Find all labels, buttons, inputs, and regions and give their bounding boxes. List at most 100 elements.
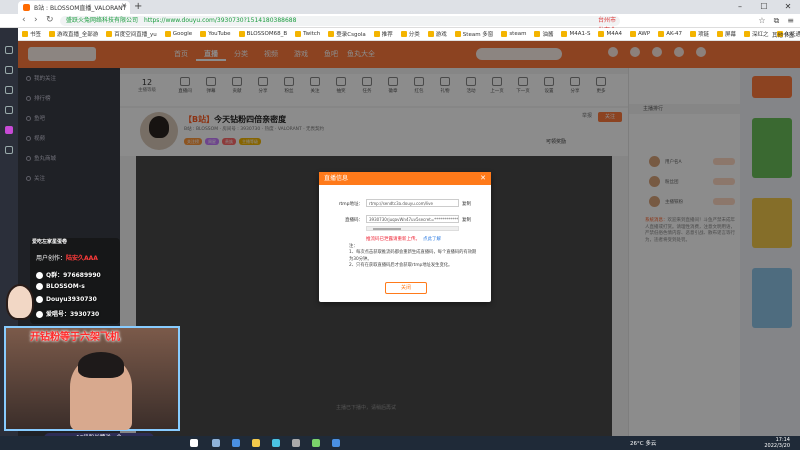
sidebar-mail-icon[interactable] [5,86,13,94]
obs-icon[interactable] [292,439,300,447]
browser-tab-douyu[interactable]: B站 : BLOSSOM直播_VALORANT ✕ [18,1,130,14]
bookmark-item[interactable]: 分类 [400,30,420,38]
maximize-icon[interactable]: ☐ [752,0,776,14]
bookmark-item[interactable]: Steam 多窗 [454,30,493,38]
sidebar-home-icon[interactable] [5,46,13,54]
close-dialog-button[interactable]: 关闭 [385,282,427,294]
bookmark-icon [106,31,113,37]
other-bookmarks[interactable]: 其他书签 [772,31,794,39]
bookmark-icon [629,31,636,37]
bookmark-item[interactable]: 推荐 [373,30,393,38]
bookmark-icon [501,31,508,37]
qq-icon [36,272,43,279]
learn-more-link[interactable]: 点此了解 [423,237,441,242]
start-icon[interactable] [190,439,198,447]
sidebar-video-icon[interactable] [5,66,13,74]
new-tab-button[interactable]: + [134,1,142,12]
sidebar-app-icon[interactable] [5,126,13,134]
stream-info-dialog: 直播信息 ✕ rtmp地址： rtmp://sendtc3a.douyu.com… [319,172,491,302]
bookmarks-bar: 书签 游戏直播_全部游 百度空间直播_yu Google YouTube BLOSSOM6… [0,28,800,41]
bookmark-item[interactable]: 登录Csgola [328,30,366,38]
bookmark-item[interactable]: Twitch [295,31,320,37]
bookmark-item[interactable]: M4A4 [598,31,622,37]
minimize-icon[interactable]: – [728,0,752,14]
back-icon[interactable]: ‹ [22,15,26,25]
chibi-character-image [6,284,34,320]
dialog-title: 直播信息 [324,175,349,182]
explorer-icon[interactable] [252,439,260,447]
stream-code-field[interactable]: 3930730rjuqavWn47uv5secret=*************… [366,215,459,223]
bookmark-item[interactable]: 项链 [689,30,709,38]
bookmark-icon [658,31,665,37]
bookmark-icon [373,31,380,37]
copy-rtmp-button[interactable]: 复制 [462,201,471,207]
douyu-favicon-icon [23,4,30,11]
bookmark-icon [49,31,56,37]
clock[interactable]: 17:14 2022/3/20 [764,437,790,449]
bookmark-item[interactable]: Google [164,31,192,37]
sidebar-download-icon[interactable] [5,146,13,154]
copy-code-button[interactable]: 复制 [462,217,471,223]
url-text: https://www.douyu.com/3930730?1514180388… [143,17,297,24]
dialog-header: 直播信息 ✕ [319,172,491,185]
rtmp-address-field[interactable]: rtmp://sendtc3a.douyu.com/live [366,199,459,207]
douyin-icon [36,296,43,303]
overlay-line-weibo: 爱唱号：3930730 [36,309,99,318]
url-field[interactable]: 盛跃火兔网络科技有限公司 https://www.douyu.com/39307… [60,16,620,54]
bookmark-icon [200,31,207,37]
close-tab-icon[interactable]: ✕ [121,2,127,10]
bookmark-icon [454,31,461,37]
bookmark-icon [744,31,750,37]
overlay-line-bili: BLOSSOM-s [36,283,85,290]
overlay-author: 用户创作：陆安久AAA [36,255,98,262]
streamer-image [70,352,132,430]
bookmark-item[interactable]: BLOSSOM68_B [238,31,287,37]
overlay-line-douyu: Douyu3930730 [36,296,97,303]
weibo-icon [36,311,43,318]
window-controls: – ☐ ✕ [728,0,800,14]
bookmark-item[interactable]: steam [501,31,526,37]
sidebar-history-icon[interactable] [5,106,13,114]
reload-icon[interactable]: ↻ [46,15,54,25]
bookmark-item[interactable]: 百度空间直播_yu [106,30,157,38]
bookmark-item[interactable]: 深红之 [744,30,769,38]
bookmark-item[interactable]: 屏幕 [716,30,736,38]
bookmark-item[interactable]: AWP [629,31,650,37]
douyu-client-icon[interactable] [272,439,280,447]
address-bar: ‹ › ↻ 盛跃火兔网络科技有限公司 https://www.douyu.com… [0,14,800,54]
bookmark-icon [22,31,28,37]
extensions-icon[interactable]: ⧉ [774,16,780,26]
app-icon[interactable] [312,439,320,447]
browser-actions: ☆ ⧉ ≡ [758,16,794,26]
search-icon[interactable] [212,439,220,447]
stream-code-label: 直播码： [345,218,363,223]
bookmark-icon [328,31,335,37]
bookmark-icon [295,31,302,37]
streamer-overlay: 爱吃左家星蛋卷 用户创作：陆安久AAA Q群：976689990 BLOSSOM… [0,238,180,443]
bookmark-icon [689,31,696,37]
edge-icon[interactable] [232,439,240,447]
bookmark-icon [427,31,434,37]
bookmark-item[interactable]: 游戏 [427,30,447,38]
windows-taskbar: 26°C 多云 17:14 2022/3/20 [0,436,800,450]
weather-widget[interactable]: 26°C 多云 [630,439,656,447]
rtmp-label: rtmp地址： [338,202,363,207]
bookmark-item[interactable]: YouTube [200,31,231,37]
bookmark-item[interactable]: M4A1-S [561,31,590,37]
forward-icon[interactable]: › [34,15,38,25]
horizontal-scrollbar[interactable] [366,226,459,231]
bookmark-icon [534,31,541,37]
star-icon[interactable]: ☆ [758,16,765,26]
close-icon[interactable]: ✕ [480,172,486,185]
bookmark-item[interactable]: 书签 [22,30,41,38]
bookmark-item[interactable]: 游戏直播_全部游 [49,30,98,38]
app-icon[interactable] [332,439,340,447]
menu-icon[interactable]: ≡ [787,16,794,26]
overlay-line-qq: Q群：976689990 [36,270,101,279]
bookmark-icon [598,31,605,37]
bookmark-item[interactable]: 油酱 [534,30,553,38]
close-window-icon[interactable]: ✕ [776,0,800,14]
bookmark-icon [164,31,171,37]
bookmark-item[interactable]: AK-47 [658,31,682,37]
bookmark-icon [238,31,245,37]
